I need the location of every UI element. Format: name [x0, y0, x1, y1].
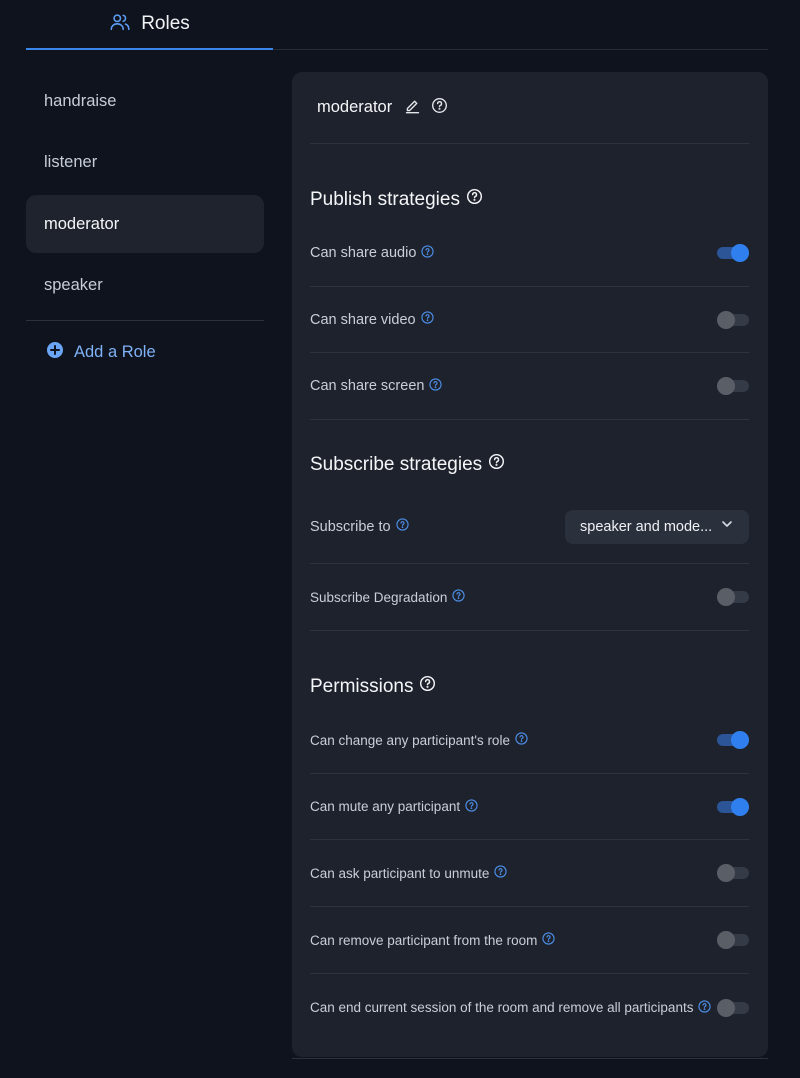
- setting-label: Can share video: [310, 311, 434, 328]
- role-header: moderator: [310, 72, 749, 144]
- role-name: moderator: [317, 98, 393, 116]
- panel-divider: [292, 1058, 768, 1059]
- setting-row-end-session: Can end current session of the room and …: [310, 974, 749, 1041]
- setting-row-share-audio: Can share audio: [310, 220, 749, 287]
- section-title-text: Permissions: [310, 675, 414, 697]
- setting-row-remove-participant: Can remove participant from the room: [310, 907, 749, 974]
- info-icon[interactable]: [698, 999, 712, 1016]
- subscribe-to-select[interactable]: speaker and mode...: [565, 509, 749, 544]
- setting-label-text: Can ask participant to unmute: [310, 865, 490, 881]
- setting-label-text: Can end current session of the room and …: [310, 1000, 694, 1015]
- remove-participant-toggle[interactable]: [717, 931, 749, 949]
- share-screen-toggle[interactable]: [717, 377, 749, 395]
- setting-row-subscribe-degradation: Subscribe Degradation: [310, 564, 749, 631]
- roles-sidebar: handraise listener moderator speaker Add…: [26, 72, 264, 385]
- setting-label: Subscribe to: [310, 518, 409, 535]
- setting-label: Can remove participant from the room: [310, 932, 555, 948]
- tab-bar: Roles: [26, 0, 768, 50]
- sidebar-item-handraise[interactable]: handraise: [26, 72, 264, 130]
- setting-label: Can mute any participant: [310, 798, 478, 815]
- section-title-text: Publish strategies: [310, 188, 460, 210]
- subscribe-degradation-toggle[interactable]: [717, 588, 749, 606]
- setting-label-text: Can share screen: [310, 378, 425, 394]
- sidebar-item-label: listener: [44, 153, 98, 171]
- setting-row-share-video: Can share video: [310, 287, 749, 353]
- info-icon[interactable]: [429, 377, 443, 395]
- setting-label-text: Can change any participant's role: [310, 732, 510, 748]
- ask-unmute-toggle[interactable]: [717, 864, 749, 882]
- end-session-toggle[interactable]: [717, 998, 749, 1017]
- setting-row-change-role: Can change any participant's role: [310, 707, 749, 774]
- subscribe-to-value: speaker and mode...: [580, 518, 713, 535]
- tab-roles[interactable]: Roles: [26, 0, 273, 50]
- help-icon[interactable]: [431, 97, 448, 119]
- section-title-text: Subscribe strategies: [310, 453, 483, 475]
- mute-participant-toggle[interactable]: [717, 797, 749, 816]
- setting-label: Can change any participant's role: [310, 732, 528, 748]
- setting-label-text: Subscribe to: [310, 518, 391, 535]
- share-video-toggle[interactable]: [717, 310, 749, 329]
- setting-row-share-screen: Can share screen: [310, 353, 749, 420]
- setting-label-text: Can remove participant from the room: [310, 932, 538, 948]
- setting-row-ask-unmute: Can ask participant to unmute: [310, 840, 749, 907]
- sidebar-item-label: handraise: [44, 91, 117, 110]
- setting-label: Can ask participant to unmute: [310, 865, 507, 881]
- setting-label-text: Can share audio: [310, 245, 417, 261]
- info-icon[interactable]: [542, 932, 555, 948]
- help-icon[interactable]: [419, 675, 436, 698]
- sidebar-item-speaker[interactable]: speaker: [26, 257, 264, 315]
- plus-circle-icon: [46, 341, 64, 364]
- help-icon[interactable]: [488, 453, 505, 476]
- tab-label: Roles: [141, 13, 190, 34]
- role-settings-panel: moderator Publish strategies Can share a…: [292, 72, 768, 1057]
- sidebar-item-label: speaker: [44, 276, 103, 294]
- info-icon[interactable]: [452, 589, 465, 605]
- info-icon[interactable]: [494, 865, 507, 881]
- sidebar-item-label: moderator: [44, 214, 120, 233]
- setting-row-subscribe-to: Subscribe to speaker and mode...: [310, 490, 749, 564]
- setting-label-text: Can mute any participant: [310, 799, 461, 814]
- info-icon[interactable]: [515, 732, 528, 748]
- setting-row-mute-participant: Can mute any participant: [310, 774, 749, 840]
- add-role-button[interactable]: Add a Role: [26, 321, 264, 385]
- setting-label: Can end current session of the room and …: [310, 999, 712, 1016]
- help-icon[interactable]: [466, 188, 483, 211]
- permissions-title: Permissions: [310, 675, 436, 698]
- info-icon[interactable]: [465, 798, 478, 815]
- chevron-down-icon: [720, 517, 734, 536]
- setting-label-text: Can share video: [310, 311, 416, 328]
- add-role-label: Add a Role: [74, 343, 156, 361]
- setting-label: Subscribe Degradation: [310, 589, 465, 605]
- share-audio-toggle[interactable]: [717, 244, 749, 262]
- sidebar-item-moderator[interactable]: moderator: [26, 195, 264, 253]
- publish-strategies-title: Publish strategies: [310, 188, 483, 211]
- edit-icon[interactable]: [404, 97, 421, 119]
- info-icon[interactable]: [395, 518, 409, 535]
- setting-label: Can share audio: [310, 244, 435, 262]
- info-icon[interactable]: [421, 244, 435, 262]
- setting-label: Can share screen: [310, 377, 443, 395]
- change-role-toggle[interactable]: [717, 731, 749, 749]
- subscribe-strategies-title: Subscribe strategies: [310, 453, 505, 476]
- setting-label-text: Subscribe Degradation: [310, 589, 448, 605]
- info-icon[interactable]: [420, 311, 434, 328]
- users-icon: [109, 11, 131, 38]
- sidebar-item-listener[interactable]: listener: [26, 134, 264, 192]
